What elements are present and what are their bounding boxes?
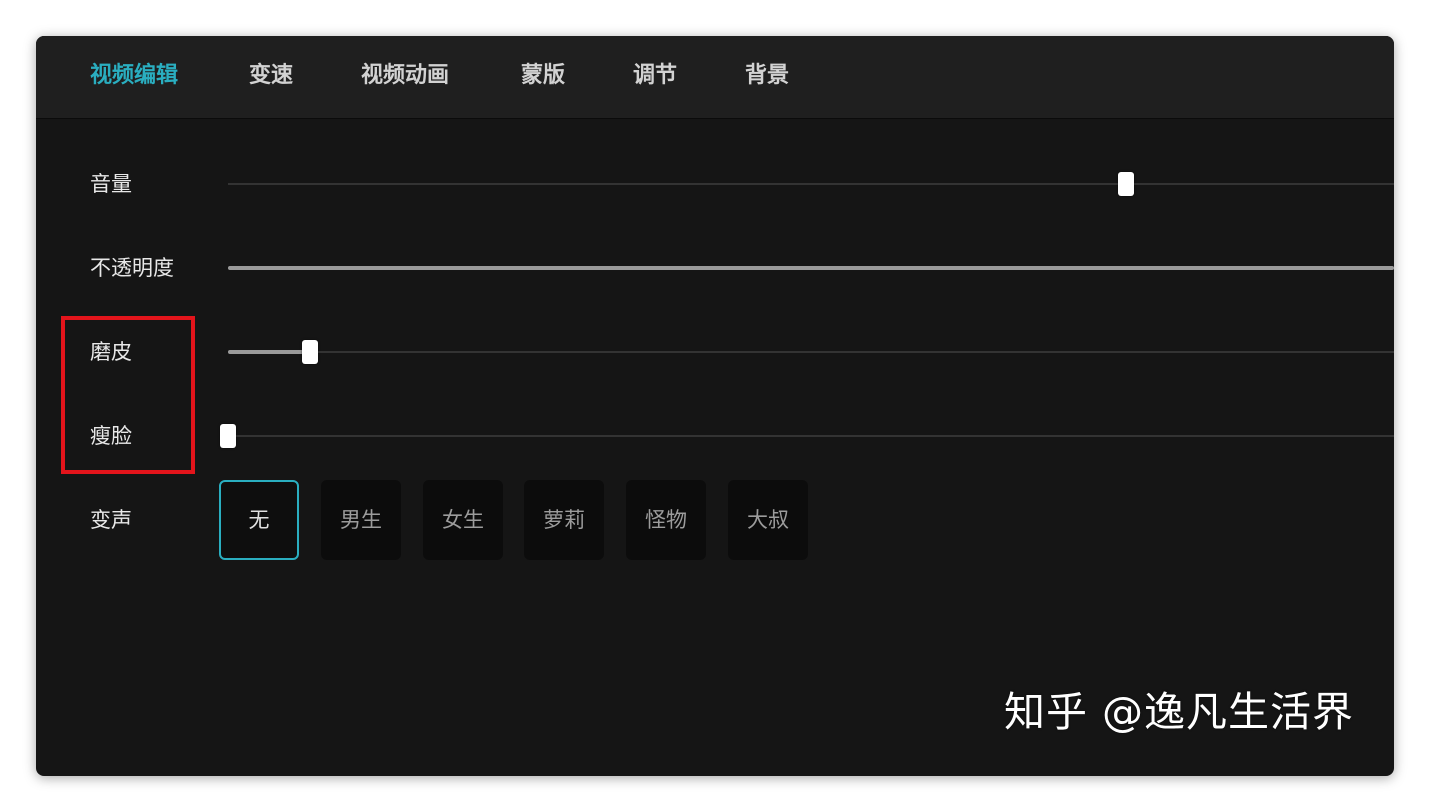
tab-bar: 视频编辑 变速 视频动画 蒙版 调节 背景 [36, 36, 1394, 119]
opacity-label: 不透明度 [90, 256, 174, 280]
smoothing-slider-thumb[interactable] [301, 340, 318, 364]
opacity-slider[interactable] [228, 259, 1394, 277]
highlight-annotation-box [61, 316, 195, 474]
voice-option-male[interactable]: 男生 [321, 480, 401, 560]
smoothing-slider-fill [228, 350, 310, 354]
voice-option-uncle[interactable]: 大叔 [728, 480, 808, 560]
tab-mask[interactable]: 蒙版 [521, 36, 565, 118]
slim-face-slider[interactable] [220, 424, 1394, 448]
opacity-slider-fill [228, 266, 1394, 270]
slim-face-slider-track [228, 435, 1394, 437]
tab-background[interactable]: 背景 [745, 36, 789, 118]
smoothing-slider-track [228, 351, 1394, 353]
voice-change-label: 变声 [90, 508, 132, 532]
video-edit-panel: 视频编辑 变速 视频动画 蒙版 调节 背景 音量 不透明度 磨皮 瘦脸 变声 无… [36, 36, 1394, 776]
watermark: 知乎 @逸凡生活界 [1003, 688, 1354, 736]
tab-speed[interactable]: 变速 [249, 36, 293, 118]
tab-video-edit[interactable]: 视频编辑 [90, 36, 178, 118]
slim-face-slider-thumb[interactable] [220, 424, 236, 448]
voice-option-female[interactable]: 女生 [423, 480, 503, 560]
volume-slider-track [228, 183, 1394, 185]
voice-option-none[interactable]: 无 [219, 480, 299, 560]
voice-option-loli[interactable]: 萝莉 [524, 480, 604, 560]
tab-video-animation[interactable]: 视频动画 [361, 36, 449, 118]
volume-slider-thumb[interactable] [1117, 172, 1134, 196]
voice-option-monster[interactable]: 怪物 [626, 480, 706, 560]
smoothing-slider[interactable] [228, 340, 1394, 364]
volume-label: 音量 [90, 172, 132, 196]
volume-slider[interactable] [228, 172, 1394, 196]
tab-adjust[interactable]: 调节 [633, 36, 677, 118]
